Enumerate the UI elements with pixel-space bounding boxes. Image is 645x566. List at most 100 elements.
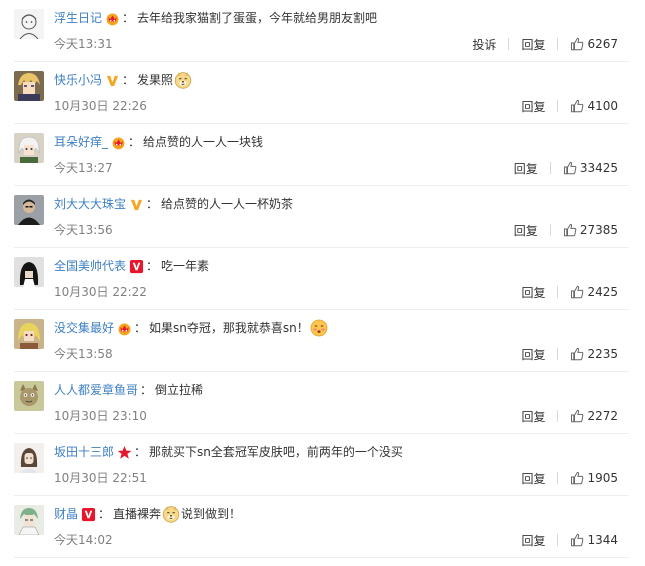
thumbs-up-icon (570, 347, 587, 361)
colon-separator: ： (146, 259, 159, 273)
comment-text: 倒立拉稀 (155, 383, 204, 397)
comment-text-after: 说到做到！ (181, 507, 242, 521)
comment-time: 今天13:27 (54, 161, 113, 175)
colon-separator: ： (134, 321, 147, 335)
username-link[interactable]: 没交集最好 (54, 319, 114, 337)
comment-actions: 回复 1905 (521, 469, 618, 487)
like-button[interactable]: 6267 (570, 37, 618, 51)
username-link[interactable]: 快乐小冯 (54, 71, 102, 89)
comment-actions: 回复 2235 (521, 345, 618, 363)
action-divider (549, 224, 551, 236)
comment-time: 10月30日 22:22 (54, 285, 147, 299)
like-count: 27385 (579, 223, 618, 237)
thumbs-up-icon (563, 161, 580, 175)
report-link[interactable]: 投诉 (472, 36, 496, 53)
colon-separator: ： (134, 445, 147, 459)
comment-text: 发果照 (137, 73, 174, 87)
comment-text: 那就买下sn全套冠军皮肤吧，前两年的一个没买 (149, 445, 403, 459)
doge-emoji-icon (174, 71, 192, 89)
comment-actions: 投诉 回复 6267 (472, 35, 618, 53)
reply-link[interactable]: 回复 (521, 284, 545, 301)
avatar[interactable] (14, 71, 44, 101)
like-button[interactable]: 4100 (570, 99, 618, 113)
avatar[interactable] (14, 133, 44, 163)
like-button[interactable]: 1905 (570, 471, 618, 485)
reply-link[interactable]: 回复 (521, 98, 545, 115)
action-divider (557, 348, 559, 360)
comment-actions: 回复 4100 (521, 97, 618, 115)
thumbs-up-icon (570, 285, 587, 299)
like-count: 1344 (587, 533, 618, 547)
reply-link[interactable]: 回复 (521, 36, 545, 53)
comment-actions: 回复 2272 (521, 407, 618, 425)
row-divider (14, 557, 629, 558)
like-button[interactable]: 27385 (563, 223, 618, 237)
like-count: 33425 (579, 161, 618, 175)
like-count: 6267 (587, 37, 618, 51)
reply-link[interactable]: 回复 (514, 222, 538, 239)
comment-text: 去年给我家猫割了蛋蛋，今年就给男朋友割吧 (137, 11, 378, 25)
action-divider (557, 472, 559, 484)
colon-separator: ： (98, 507, 111, 521)
comment-text: 给点赞的人一人一杯奶茶 (161, 197, 294, 211)
username-link[interactable]: 全国美帅代表 (54, 257, 126, 275)
comment-actions: 回复 27385 (514, 221, 618, 239)
action-divider (557, 286, 559, 298)
action-divider (557, 534, 559, 546)
action-divider (557, 100, 559, 112)
avatar[interactable] (14, 257, 44, 287)
comment-list: 浮生日记：去年给我家猫割了蛋蛋，今年就给男朋友割吧 今天13:31 投诉 回复 6267… (0, 0, 645, 566)
reply-link[interactable]: 回复 (521, 532, 545, 549)
avatar[interactable] (14, 443, 44, 473)
like-count: 2235 (587, 347, 618, 361)
like-button[interactable]: 2235 (570, 347, 618, 361)
username-link[interactable]: 坂田十三郎 (54, 443, 114, 461)
thumbs-up-icon (570, 409, 587, 423)
comment-body: 刘大大大珠宝 ：给点赞的人一人一杯奶茶 (54, 195, 293, 213)
crown-badge-icon (105, 11, 120, 26)
avatar[interactable] (14, 319, 44, 349)
avatar[interactable] (14, 381, 44, 411)
thumbs-up-icon (570, 471, 587, 485)
like-button[interactable]: 1344 (570, 533, 618, 547)
comment-body: 没交集最好 ：如果sn夺冠，那我就恭喜sn！ (54, 319, 329, 337)
avatar[interactable] (14, 195, 44, 225)
reply-link[interactable]: 回复 (521, 346, 545, 363)
verified-v-gold-icon (105, 73, 120, 88)
comment-body: 浮生日记 ：去年给我家猫割了蛋蛋，今年就给男朋友割吧 (54, 9, 377, 27)
like-button[interactable]: 2272 (570, 409, 618, 423)
colon-separator: ： (122, 11, 135, 25)
action-divider (549, 162, 551, 174)
comment-text: 吃一年素 (161, 259, 210, 273)
shy-face-emoji-icon (310, 319, 328, 337)
comment-time: 今天13:58 (54, 347, 113, 361)
like-button[interactable]: 2425 (570, 285, 618, 299)
username-link[interactable]: 浮生日记 (54, 9, 102, 27)
username-link[interactable]: 耳朵好痒_ (54, 133, 108, 151)
username-link[interactable]: 人人都爱章鱼哥 (54, 381, 138, 399)
like-button[interactable]: 33425 (563, 161, 618, 175)
comment-body: 坂田十三郎 ：那就买下sn全套冠军皮肤吧，前两年的一个没买 (54, 443, 403, 461)
comment-text: 如果sn夺冠，那我就恭喜sn！ (149, 321, 309, 335)
reply-link[interactable]: 回复 (521, 408, 545, 425)
like-count: 4100 (587, 99, 618, 113)
reply-link[interactable]: 回复 (514, 160, 538, 177)
thumbs-up-icon (570, 533, 587, 547)
like-count: 1905 (587, 471, 618, 485)
reply-link[interactable]: 回复 (521, 470, 545, 487)
username-link[interactable]: 刘大大大珠宝 (54, 195, 126, 213)
comment-item: 没交集最好 ：如果sn夺冠，那我就恭喜sn！ 今天13:58 回复 2235 (0, 310, 645, 372)
comment-actions: 回复 2425 (521, 283, 618, 301)
comment-item: 人人都爱章鱼哥：倒立拉稀 10月30日 23:10 回复 2272 (0, 372, 645, 434)
avatar[interactable] (14, 9, 44, 39)
comment-body: 快乐小冯 ：发果照 (54, 71, 193, 89)
crown-badge-icon (117, 321, 132, 336)
comment-body: 耳朵好痒_ ：给点赞的人一人一块钱 (54, 133, 263, 151)
colon-separator: ： (146, 197, 159, 211)
comment-actions: 回复 1344 (521, 531, 618, 549)
username-link[interactable]: 财晶 (54, 505, 78, 523)
avatar[interactable] (14, 505, 44, 535)
comment-time: 今天14:02 (54, 533, 113, 547)
comment-time: 10月30日 22:51 (54, 471, 147, 485)
comment-item: 耳朵好痒_ ：给点赞的人一人一块钱今天13:27 回复 33425 (0, 124, 645, 186)
